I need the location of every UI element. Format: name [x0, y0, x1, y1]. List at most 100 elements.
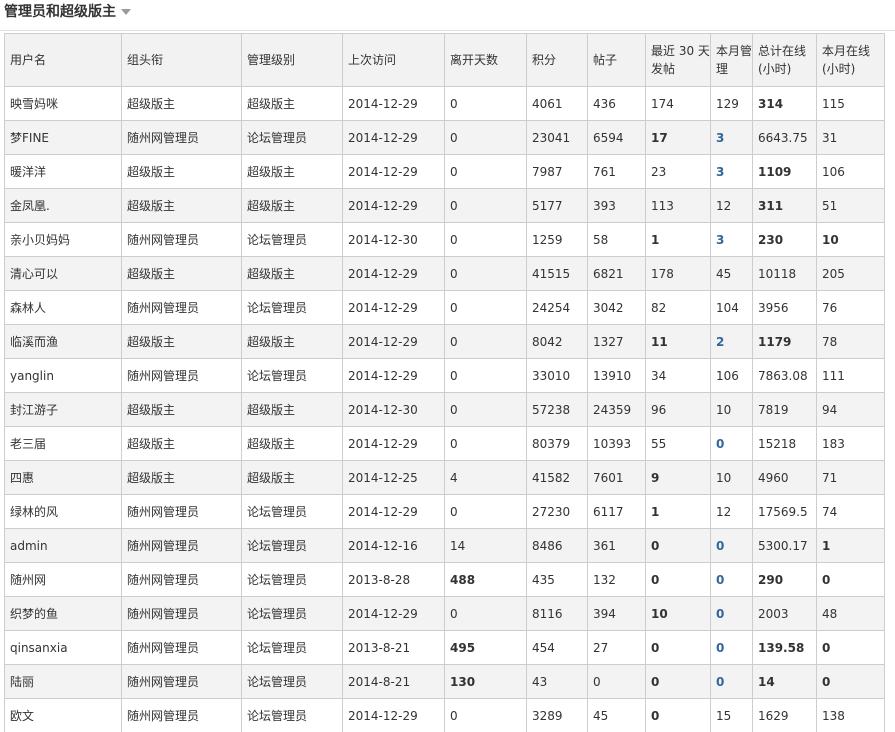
cell-total-online: 290	[752, 562, 817, 597]
cell-month-online: 111	[816, 358, 885, 393]
cell-group-title: 随州网管理员	[121, 494, 242, 529]
cell-manage-month: 0	[710, 630, 753, 665]
cell-month-online: 71	[816, 460, 885, 495]
cell-days-away: 488	[444, 562, 527, 597]
cell-credits: 41515	[526, 256, 588, 291]
cell-username-link[interactable]: qinsanxia	[4, 630, 122, 665]
header-username: 用户名	[4, 33, 122, 87]
cell-posts: 24359	[587, 392, 646, 427]
cell-group-title: 随州网管理员	[121, 290, 242, 325]
cell-credits: 5177	[526, 188, 588, 223]
cell-last-visit: 2014-12-29	[342, 698, 445, 732]
cell-total-online: 230	[752, 222, 817, 257]
cell-username-link[interactable]: 临溪而渔	[4, 324, 122, 359]
table-row: admin 随州网管理员 论坛管理员 2014-12-16 14 8486 361 0 0 530…	[4, 528, 885, 563]
cell-username-link[interactable]: 欧文	[4, 698, 122, 732]
header-manage-month: 本月管理	[710, 33, 753, 87]
cell-total-online: 14	[752, 664, 817, 699]
cell-credits: 27230	[526, 494, 588, 529]
cell-posts-30d: 55	[645, 426, 711, 461]
cell-username-link[interactable]: admin	[4, 528, 122, 563]
cell-days-away: 0	[444, 188, 527, 223]
cell-manage-month: 3	[710, 120, 753, 155]
cell-days-away: 0	[444, 392, 527, 427]
cell-month-online: 76	[816, 290, 885, 325]
table-body: 映雪妈咪 超级版主 超级版主 2014-12-29 0 4061 436 174 129 314 1…	[4, 86, 885, 732]
cell-credits: 43	[526, 664, 588, 699]
cell-admin-level: 超级版主	[241, 256, 343, 291]
cell-group-title: 超级版主	[121, 86, 242, 121]
cell-manage-month: 129	[710, 86, 753, 121]
cell-total-online: 10118	[752, 256, 817, 291]
header-posts: 帖子	[587, 33, 646, 87]
cell-username-link[interactable]: 陆丽	[4, 664, 122, 699]
cell-username-link[interactable]: 亲小贝妈妈	[4, 222, 122, 257]
cell-username-link[interactable]: 封江游子	[4, 392, 122, 427]
cell-month-online: 183	[816, 426, 885, 461]
cell-posts: 393	[587, 188, 646, 223]
cell-posts-30d: 174	[645, 86, 711, 121]
table-row: 绿林的风 随州网管理员 论坛管理员 2014-12-29 0 27230 6117 1 12 17…	[4, 494, 885, 529]
cell-credits: 3289	[526, 698, 588, 732]
cell-username-link[interactable]: 清心可以	[4, 256, 122, 291]
cell-month-online: 74	[816, 494, 885, 529]
cell-username-link[interactable]: 绿林的风	[4, 494, 122, 529]
cell-posts-30d: 0	[645, 664, 711, 699]
cell-admin-level: 论坛管理员	[241, 494, 343, 529]
cell-group-title: 超级版主	[121, 188, 242, 223]
cell-username-link[interactable]: 织梦的鱼	[4, 596, 122, 631]
cell-admin-level: 超级版主	[241, 392, 343, 427]
table-header-row: 用户名 组头衔 管理级别 上次访问 离开天数 积分 帖子 最近 30 天发帖 本…	[4, 33, 885, 87]
cell-username-link[interactable]: 随州网	[4, 562, 122, 597]
cell-username-link[interactable]: 暖洋洋	[4, 154, 122, 189]
cell-month-online: 0	[816, 630, 885, 665]
cell-manage-month: 15	[710, 698, 753, 732]
cell-month-online: 10	[816, 222, 885, 257]
cell-group-title: 随州网管理员	[121, 630, 242, 665]
table-row: 临溪而渔 超级版主 超级版主 2014-12-29 0 8042 1327 11 2 1179 78	[4, 324, 885, 359]
cell-month-online: 106	[816, 154, 885, 189]
cell-username-link[interactable]: 四惠	[4, 460, 122, 495]
cell-manage-month: 0	[710, 528, 753, 563]
table-row: 暖洋洋 超级版主 超级版主 2014-12-29 0 7987 761 23 3 1109 106	[4, 154, 885, 189]
table-row: 欧文 随州网管理员 论坛管理员 2014-12-29 0 3289 45 0 15 1629 138	[4, 698, 885, 732]
cell-credits: 435	[526, 562, 588, 597]
cell-credits: 80379	[526, 426, 588, 461]
cell-total-online: 139.58	[752, 630, 817, 665]
cell-username-link[interactable]: 映雪妈咪	[4, 86, 122, 121]
header-last-visit: 上次访问	[342, 33, 445, 87]
table-row: qinsanxia 随州网管理员 论坛管理员 2013-8-21 495 454 27 0 0 1…	[4, 630, 885, 665]
cell-manage-month: 10	[710, 460, 753, 495]
cell-group-title: 随州网管理员	[121, 358, 242, 393]
cell-username-link[interactable]: 森林人	[4, 290, 122, 325]
cell-days-away: 0	[444, 86, 527, 121]
cell-days-away: 0	[444, 494, 527, 529]
chevron-down-icon[interactable]	[121, 9, 131, 15]
cell-posts: 7601	[587, 460, 646, 495]
table-row: 梦FINE 随州网管理员 论坛管理员 2014-12-29 0 23041 6594 17 3 6…	[4, 120, 885, 155]
cell-posts-30d: 1	[645, 494, 711, 529]
cell-admin-level: 超级版主	[241, 86, 343, 121]
cell-group-title: 超级版主	[121, 256, 242, 291]
cell-username-link[interactable]: 梦FINE	[4, 120, 122, 155]
cell-manage-month: 0	[710, 596, 753, 631]
cell-username-link[interactable]: 金凤凰.	[4, 188, 122, 223]
cell-total-online: 1109	[752, 154, 817, 189]
cell-total-online: 2003	[752, 596, 817, 631]
cell-username-link[interactable]: 老三届	[4, 426, 122, 461]
cell-last-visit: 2013-8-21	[342, 630, 445, 665]
cell-posts: 132	[587, 562, 646, 597]
section-title-toggle[interactable]: 管理员和超级版主	[4, 3, 131, 21]
header-posts-30d: 最近 30 天发帖	[645, 33, 711, 87]
cell-last-visit: 2014-12-29	[342, 596, 445, 631]
cell-credits: 8116	[526, 596, 588, 631]
cell-days-away: 0	[444, 154, 527, 189]
table-row: 映雪妈咪 超级版主 超级版主 2014-12-29 0 4061 436 174 129 314 1…	[4, 86, 885, 121]
cell-days-away: 0	[444, 120, 527, 155]
cell-total-online: 1179	[752, 324, 817, 359]
cell-credits: 8042	[526, 324, 588, 359]
cell-total-online: 314	[752, 86, 817, 121]
section-header: 管理员和超级版主	[0, 0, 895, 31]
cell-admin-level: 论坛管理员	[241, 562, 343, 597]
cell-username-link[interactable]: yanglin	[4, 358, 122, 393]
